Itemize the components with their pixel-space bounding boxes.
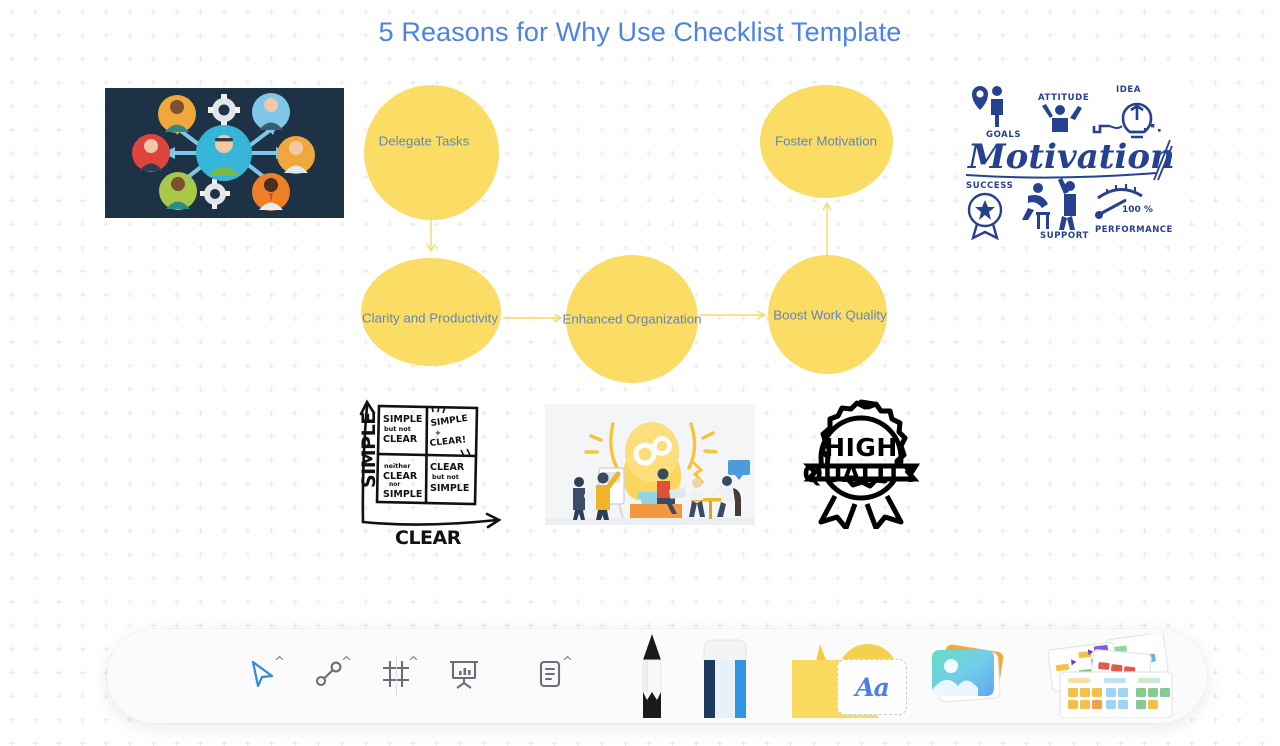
svg-text:SIMPLE: SIMPLE (383, 414, 422, 425)
svg-text:but not: but not (384, 425, 411, 433)
svg-text:nor: nor (389, 481, 400, 488)
text-aa-box[interactable]: Aa (837, 659, 907, 715)
pencil-tool[interactable] (620, 629, 684, 723)
pencil-icon (634, 632, 670, 723)
node-boost-work-quality[interactable] (768, 255, 887, 374)
bottom-toolbar[interactable]: ^ ^ ^ ^ Aa (107, 629, 1207, 723)
node-delegate-tasks[interactable] (364, 85, 499, 220)
board-title: 5 Reasons for Why Use Checklist Template (378, 17, 902, 47)
node-enhanced-organization[interactable] (566, 255, 698, 383)
svg-text:QUALITY: QUALITY (802, 460, 920, 488)
chevron-up-icon[interactable]: ^ (562, 656, 573, 669)
cursor-select-tool[interactable]: ^ (236, 629, 288, 723)
chevron-up-icon[interactable]: ^ (408, 656, 419, 669)
svg-text:Motivation: Motivation (967, 137, 1175, 177)
svg-text:SIMPLE: SIMPLE (383, 489, 422, 500)
high-quality-badge-image[interactable]: HIGH QUALITY (795, 396, 928, 529)
node-foster-motivation[interactable] (760, 85, 893, 198)
svg-text:PERFORMANCE: PERFORMANCE (1095, 225, 1173, 235)
whiteboard-canvas[interactable]: 5 Reasons for Why Use Checklist Template… (0, 0, 1280, 746)
motivation-sketch-image[interactable]: GOALS ATTITUDE IDEA Motivation SUCCESS S… (958, 80, 1180, 240)
svg-text:SIMPLE: SIMPLE (358, 412, 380, 488)
svg-text:HIGH: HIGH (824, 433, 898, 462)
svg-text:IDEA: IDEA (1116, 85, 1141, 95)
templates-tool[interactable] (1029, 629, 1179, 723)
node-clarity-and-productivity[interactable] (361, 258, 501, 366)
eraser-tool[interactable] (693, 629, 757, 723)
svg-text:CLEAR: CLEAR (430, 462, 465, 473)
svg-text:neither: neither (384, 462, 411, 470)
templates-stack-icon (1030, 632, 1178, 723)
text-aa-icon: Aa (855, 672, 890, 702)
text-tool[interactable]: Aa (837, 629, 907, 723)
delegation-network-image[interactable] (105, 88, 344, 218)
svg-text:CLEAR: CLEAR (383, 434, 418, 445)
presentation-tool[interactable] (438, 629, 490, 723)
svg-text:100 %: 100 % (1122, 205, 1153, 215)
connector-line-tool[interactable]: ^ (303, 629, 355, 723)
connector-line-icon (314, 659, 344, 694)
image-media-tool[interactable] (925, 629, 1015, 723)
image-photo-icon (927, 642, 1013, 723)
toolbar-divider (396, 656, 397, 696)
eraser-icon (700, 636, 750, 723)
svg-text:CLEAR: CLEAR (395, 527, 462, 548)
chevron-up-icon[interactable]: ^ (274, 656, 285, 669)
document-tool[interactable]: ^ (524, 629, 576, 723)
chevron-up-icon[interactable]: ^ (341, 656, 352, 669)
presentation-board-icon (448, 659, 480, 694)
svg-text:but not: but not (432, 473, 459, 481)
simple-clear-matrix-image[interactable]: SIMPLE but not CLEAR SIMPLE + CLEAR! nei… (337, 396, 505, 548)
svg-text:ATTITUDE: ATTITUDE (1038, 93, 1089, 103)
svg-text:SUPPORT: SUPPORT (1040, 231, 1089, 240)
teamwork-idea-image[interactable] (545, 404, 755, 525)
document-lines-icon (538, 660, 562, 693)
svg-text:SIMPLE: SIMPLE (430, 483, 469, 494)
svg-text:+: + (435, 429, 441, 437)
cursor-arrow-icon (248, 659, 276, 694)
svg-text:SUCCESS: SUCCESS (966, 181, 1013, 191)
